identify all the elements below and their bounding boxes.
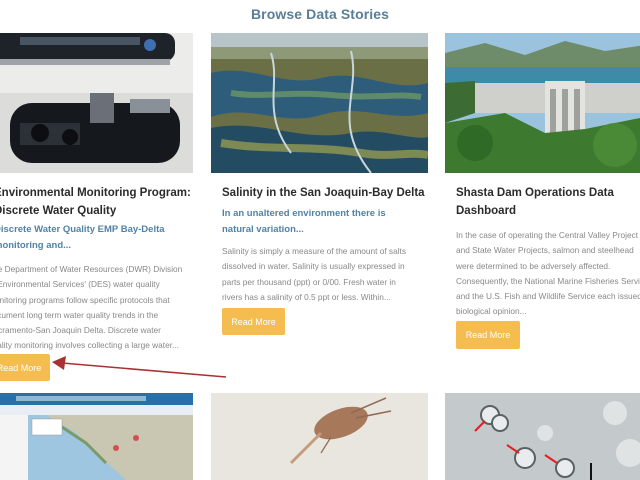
card-1-subtitle: Discrete Water Quality EMP Bay-Delta mon…: [0, 222, 204, 254]
card-3-desc-line: were determined to be adversely affected…: [456, 260, 611, 271]
card-1-thumbnail[interactable]: [0, 33, 193, 173]
card-2-desc-line: parts per thousand (ppt) or 0/00. Fresh …: [222, 276, 396, 287]
card-3-desc-line: Consequently, the National Marine Fisher…: [456, 275, 640, 286]
card-2-read-more-button[interactable]: Read More: [222, 308, 285, 335]
card-1-desc-line: of Environmental Services' (DES) water q…: [0, 279, 160, 290]
card-5-thumbnail[interactable]: [211, 393, 428, 480]
zooplankton-image: [211, 393, 428, 480]
water-sensor-image: [0, 33, 193, 173]
card-3-title[interactable]: Shasta Dam Operations Data Dashboard: [456, 184, 640, 220]
card-2-title-line: Salinity in the San Joaquin-Bay Delta: [222, 187, 425, 199]
card-2-desc-line: dissolved in water. Salinity is usually …: [222, 261, 405, 272]
card-1-desc-line: monitoring programs follow specific prot…: [0, 294, 170, 305]
dashboard-map-image: [0, 393, 193, 480]
card-3-title-line: Shasta Dam Operations Data: [456, 187, 614, 199]
card-2-subtitle-line: In an unaltered environment there is: [222, 208, 386, 219]
card-2-title[interactable]: Salinity in the San Joaquin-Bay Delta: [222, 184, 432, 202]
card-1-desc-line: The Department of Water Resources (DWR) …: [0, 264, 183, 274]
card-2-thumbnail[interactable]: [211, 33, 428, 173]
card-1-subtitle-line: monitoring and...: [0, 240, 72, 251]
card-2-subtitle: In an unaltered environment there is nat…: [222, 206, 432, 238]
delta-aerial-image: [211, 33, 428, 173]
card-3-thumbnail[interactable]: [445, 33, 640, 173]
card-1-title[interactable]: Environmental Monitoring Program: Discre…: [0, 184, 204, 220]
card-6-thumbnail[interactable]: [445, 393, 640, 480]
shasta-dam-image: [445, 33, 640, 173]
card-2-subtitle-line: natural variation...: [222, 224, 304, 235]
card-2-desc-line: rivers has a salinity of 0.5 ppt or less…: [222, 291, 391, 302]
card-3-desc-line: and State Water Projects, salmon and ste…: [456, 245, 634, 256]
card-3-desc-line: In the case of operating the Central Val…: [456, 230, 639, 240]
card-3-title-line: Dashboard: [456, 205, 517, 217]
card-3-desc-line: and the U.S. Fish and Wildlife Service e…: [456, 291, 640, 302]
card-2-desc-line: Salinity is simply a measure of the amou…: [222, 246, 406, 256]
card-1-title-line: Environmental Monitoring Program:: [0, 187, 191, 199]
card-1-desc-line: Sacramento-San Joaquin Delta. Discrete w…: [0, 325, 161, 336]
section-title: Browse Data Stories: [250, 6, 390, 22]
card-2-description: Salinity is simply a measure of the amou…: [222, 244, 432, 305]
card-3-read-more-button[interactable]: Read More: [456, 321, 520, 349]
card-3-description: In the case of operating the Central Val…: [456, 228, 640, 320]
annotation-arrow: [52, 356, 227, 378]
card-1-title-line: Discrete Water Quality: [0, 205, 117, 217]
card-4-thumbnail[interactable]: [0, 393, 193, 480]
card-1-desc-line: document long term water quality trends …: [0, 309, 159, 320]
card-1-subtitle-line: Discrete Water Quality EMP Bay-Delta: [0, 224, 165, 235]
microscopy-image: [445, 393, 640, 480]
card-3-desc-line: biological opinion...: [456, 306, 527, 317]
card-1-description: The Department of Water Resources (DWR) …: [0, 262, 198, 354]
